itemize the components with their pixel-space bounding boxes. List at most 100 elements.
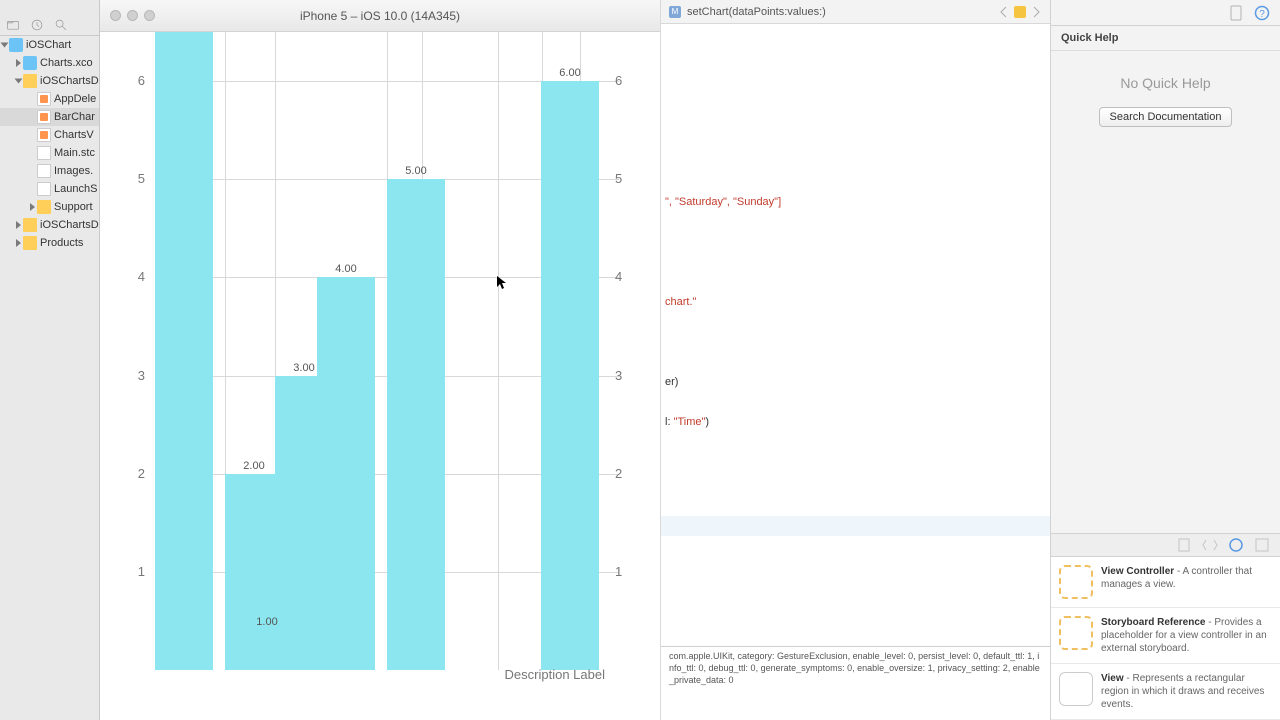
tree-label: iOSChartsD	[40, 75, 99, 87]
file-icon	[37, 182, 51, 196]
tree-row[interactable]: BarChar	[0, 108, 99, 126]
bar-value-label: 5.00	[405, 165, 426, 177]
folder-icon[interactable]	[6, 18, 20, 32]
library-item-name: View Controller	[1101, 566, 1174, 577]
quickhelp-inspector-icon[interactable]: ?	[1254, 5, 1270, 21]
inspector-panel: ? Quick Help No Quick Help Search Docume…	[1050, 0, 1280, 720]
tree-row[interactable]: Charts.xco	[0, 54, 99, 72]
bar[interactable]	[541, 81, 599, 670]
file-icon	[23, 236, 37, 250]
object-library-icon[interactable]	[1228, 537, 1244, 553]
tree-label: Products	[40, 237, 83, 249]
tree-row[interactable]: iOSChartsD	[0, 216, 99, 234]
quickhelp-empty: No Quick Help	[1061, 75, 1270, 91]
tree-row[interactable]: Images.	[0, 162, 99, 180]
library-item-desc: - Represents a rectangular region in whi…	[1101, 673, 1264, 710]
simulator-window: iPhone 5 – iOS 10.0 (14A345) 11223344556…	[100, 0, 660, 720]
minimize-icon[interactable]	[127, 10, 138, 21]
library-item[interactable]: View Controller - A controller that mana…	[1051, 557, 1280, 608]
file-icon	[37, 164, 51, 178]
inspector-tabs[interactable]: ?	[1051, 0, 1280, 26]
search-icon[interactable]	[54, 18, 68, 32]
file-icon	[37, 146, 51, 160]
tree-row[interactable]: AppDele	[0, 90, 99, 108]
bar[interactable]	[387, 179, 445, 670]
y-axis-tick-left: 1	[125, 564, 145, 579]
library-item-name: Storyboard Reference	[1101, 617, 1205, 628]
tree-row[interactable]: Main.stc	[0, 144, 99, 162]
tree-label: Images.	[54, 165, 93, 177]
file-icon	[37, 200, 51, 214]
recent-icon[interactable]	[30, 18, 44, 32]
library-item-icon	[1059, 672, 1093, 706]
tree-label: iOSChart	[26, 39, 71, 51]
simulator-titlebar[interactable]: iPhone 5 – iOS 10.0 (14A345)	[100, 0, 660, 32]
source-editor[interactable]: M setChart(dataPoints:values:) . ", "Sat…	[660, 0, 1050, 720]
nav-back-icon[interactable]	[998, 6, 1010, 18]
console-text: com.apple.UIKit, category: GestureExclus…	[669, 651, 1040, 685]
y-axis-tick-left: 6	[125, 73, 145, 88]
library-tabs[interactable]	[1051, 533, 1280, 557]
y-axis-tick-left: 3	[125, 368, 145, 383]
file-inspector-icon[interactable]	[1228, 5, 1244, 21]
library-item[interactable]: View - Represents a rectangular region i…	[1051, 664, 1280, 720]
object-library[interactable]: View Controller - A controller that mana…	[1051, 557, 1280, 720]
y-axis-tick-right: 6	[615, 73, 635, 88]
tree-label: iOSChartsD	[40, 219, 99, 231]
y-axis-tick-right: 2	[615, 466, 635, 481]
warning-icon[interactable]	[1014, 6, 1026, 18]
library-item-icon	[1059, 565, 1093, 599]
project-root[interactable]: iOSChart	[0, 36, 99, 54]
tree-label: Support	[54, 201, 93, 213]
search-documentation-button[interactable]: Search Documentation	[1099, 107, 1233, 127]
svg-text:?: ?	[1259, 9, 1265, 20]
tree-row[interactable]: iOSChartsD	[0, 72, 99, 90]
method-icon: M	[669, 6, 681, 18]
code-area[interactable]: . ", "Saturday", "Sunday"] chart." er) l…	[661, 24, 1050, 646]
y-axis-tick-right: 5	[615, 171, 635, 186]
nav-forward-icon[interactable]	[1030, 6, 1042, 18]
tree-label: Main.stc	[54, 147, 95, 159]
library-item-icon	[1059, 616, 1093, 650]
bar-value-label: 6.00	[559, 67, 580, 79]
bar-value-label: 3.00	[293, 362, 314, 374]
tree-row[interactable]: ChartsV	[0, 126, 99, 144]
tree-label: BarChar	[54, 111, 95, 123]
file-icon	[37, 128, 51, 142]
media-library-icon[interactable]	[1254, 537, 1270, 553]
navigator-toolbar	[0, 14, 100, 36]
tree-label: LaunchS	[54, 183, 97, 195]
y-axis-tick-right: 1	[615, 564, 635, 579]
zoom-icon[interactable]	[144, 10, 155, 21]
jump-path[interactable]: setChart(dataPoints:values:)	[687, 6, 826, 18]
tree-row[interactable]: Support	[0, 198, 99, 216]
file-icon	[23, 74, 37, 88]
bar-chart[interactable]: 1122334455662.003.004.005.006.001.00Desc…	[125, 32, 635, 700]
tree-label: ChartsV	[54, 129, 94, 141]
y-axis-tick-right: 4	[615, 269, 635, 284]
tree-label: Charts.xco	[40, 57, 93, 69]
quickhelp-title: Quick Help	[1051, 26, 1280, 51]
library-item-name: View	[1101, 673, 1124, 684]
file-icon	[23, 218, 37, 232]
chart-description-label: Description Label	[505, 667, 605, 682]
code-snippet-icon[interactable]	[1202, 537, 1218, 553]
y-axis-tick-right: 3	[615, 368, 635, 383]
file-template-icon[interactable]	[1176, 537, 1192, 553]
y-axis-tick-left: 4	[125, 269, 145, 284]
jump-bar[interactable]: M setChart(dataPoints:values:)	[661, 0, 1050, 24]
project-navigator[interactable]: iOSChart Charts.xco iOSChartsD AppDele BarC…	[0, 0, 100, 720]
bar[interactable]	[155, 32, 213, 670]
tree-row[interactable]: Products	[0, 234, 99, 252]
library-item[interactable]: Storyboard Reference - Provides a placeh…	[1051, 608, 1280, 664]
bar-value-label: 2.00	[243, 460, 264, 472]
tree-row[interactable]: LaunchS	[0, 180, 99, 198]
bar[interactable]	[317, 277, 375, 670]
close-icon[interactable]	[110, 10, 121, 21]
current-line-highlight	[661, 516, 1050, 536]
traffic-lights[interactable]	[110, 10, 155, 21]
file-icon	[37, 92, 51, 106]
debug-console[interactable]: com.apple.UIKit, category: GestureExclus…	[661, 646, 1050, 720]
bar-value-label: 4.00	[335, 263, 356, 275]
file-icon	[23, 56, 37, 70]
